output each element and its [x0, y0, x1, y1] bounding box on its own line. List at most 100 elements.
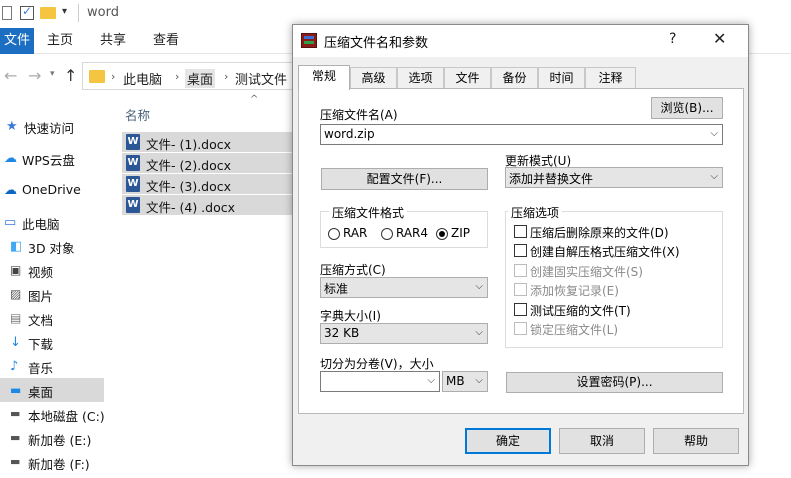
sort-ascending-icon: ^ [250, 94, 259, 105]
split-unit-select[interactable]: MB ⌵ [442, 371, 488, 392]
compression-method-label: 压缩方式(C) [320, 263, 386, 277]
file-row[interactable]: W 文件- (1).docx [122, 132, 294, 152]
recent-locations-dropdown-icon[interactable]: ▾ [50, 69, 55, 79]
chevron-down-icon[interactable]: ⌵ [475, 281, 483, 292]
desktop-icon: ▬ [10, 383, 22, 397]
sidebar-item[interactable]: ▬ 新加卷 (E:) [0, 426, 104, 450]
help-icon[interactable]: ? [669, 31, 676, 47]
tab-time[interactable]: 时间 [538, 67, 585, 89]
sidebar-item-label: OneDrive [22, 182, 81, 197]
format-rar-radio[interactable] [328, 228, 340, 240]
split-size-input[interactable]: ⌵ [320, 371, 440, 392]
create-solid-label: 创建固实压缩文件(S) [530, 265, 643, 279]
chevron-down-icon[interactable]: ⌵ [710, 128, 718, 139]
breadcrumb-this-pc[interactable]: 此电脑 [123, 69, 162, 88]
chevron-down-icon[interactable]: ⌵ [710, 171, 718, 182]
archive-format-title: 压缩文件格式 [329, 204, 408, 221]
sidebar-item-label: 新加卷 (F:) [28, 457, 90, 472]
delete-after-archiving-label[interactable]: 压缩后删除原来的文件(D) [530, 224, 669, 241]
sidebar-item[interactable]: ▬ 本地磁盘 (C:) [0, 402, 105, 426]
column-header-name[interactable]: 名称 [125, 105, 150, 124]
create-sfx-label[interactable]: 创建自解压格式压缩文件(X) [530, 243, 680, 260]
back-arrow-icon[interactable]: ← [4, 66, 17, 85]
forward-arrow-icon[interactable]: → [28, 66, 41, 85]
sidebar-item[interactable]: ▣ 视频 [0, 258, 104, 282]
sidebar-item-label: 下载 [28, 337, 54, 352]
sidebar-item[interactable]: ▬ 新加卷 (F:) [0, 450, 104, 474]
video-icon: ▣ [10, 263, 22, 277]
breadcrumb-test-files[interactable]: 测试文件 [235, 69, 287, 88]
drive-icon: ▬ [10, 455, 21, 468]
tab-files[interactable]: 文件 [444, 67, 491, 89]
ok-button[interactable]: 确定 [465, 428, 551, 454]
tab-comment[interactable]: 注释 [585, 67, 636, 89]
chevron-right-icon[interactable]: › [224, 70, 228, 83]
tab-options[interactable]: 选项 [397, 67, 444, 89]
sidebar-item[interactable]: ♪ 音乐 [0, 354, 104, 378]
update-mode-select[interactable]: 添加并替换文件 ⌵ [505, 167, 723, 188]
sidebar-item[interactable]: ▨ 图片 [0, 282, 104, 306]
window-title: word [87, 5, 119, 20]
file-name: 文件- (4) .docx [146, 200, 235, 215]
sidebar-item[interactable]: ▬ 桌面 [0, 378, 104, 402]
document-icon: ▤ [10, 311, 22, 325]
format-zip-radio[interactable] [436, 228, 448, 240]
dictionary-size-select[interactable]: 32 KB ⌵ [320, 323, 488, 344]
sidebar-item-label: 图片 [28, 289, 54, 304]
file-row[interactable]: W 文件- (2).docx [122, 153, 294, 173]
ribbon-tab-view[interactable]: 查看 [146, 28, 186, 54]
dictionary-size-value: 32 KB [324, 326, 360, 340]
format-rar-label[interactable]: RAR [343, 226, 367, 240]
quick-access-dropdown-icon[interactable]: ▾ [62, 6, 67, 17]
archive-name-value: word.zip [324, 127, 375, 141]
file-row[interactable]: W 文件- (3).docx [122, 174, 294, 194]
file-name: 文件- (1).docx [146, 137, 232, 152]
computer-icon: ▭ [4, 215, 17, 230]
ribbon-tab-home[interactable]: 主页 [40, 28, 80, 54]
set-password-button[interactable]: 设置密码(P)... [506, 372, 723, 393]
chevron-right-icon[interactable]: › [111, 70, 115, 83]
sidebar-item[interactable]: ↓ 下载 [0, 330, 104, 354]
tab-general[interactable]: 常规 [298, 65, 350, 90]
checkbox-icon[interactable] [20, 4, 34, 20]
profiles-button[interactable]: 配置文件(F)... [321, 168, 488, 190]
breadcrumb-desktop[interactable]: 桌面 [185, 69, 216, 88]
chevron-down-icon[interactable]: ⌵ [475, 327, 483, 338]
split-volumes-label: 切分为分卷(V)，大小 [320, 357, 434, 371]
compression-method-value: 标准 [324, 282, 349, 296]
ribbon-tab-file[interactable]: 文件 [0, 28, 34, 54]
new-folder-icon[interactable] [40, 7, 56, 19]
file-row[interactable]: W 文件- (4) .docx [122, 195, 294, 215]
archive-name-input[interactable]: word.zip ⌵ [320, 124, 723, 145]
update-mode-value: 添加并替换文件 [509, 172, 594, 186]
archive-name-and-parameters-dialog: 压缩文件名和参数 ? ✕ 常规 高级 选项 文件 备份 时间 注释 压缩文件名(… [292, 24, 749, 466]
chevron-right-icon[interactable]: › [175, 70, 179, 83]
chevron-down-icon[interactable]: ⌵ [427, 375, 435, 386]
format-zip-label[interactable]: ZIP [451, 226, 470, 240]
sidebar-item[interactable]: ◧ 3D 对象 [0, 234, 104, 258]
properties-icon[interactable] [2, 6, 12, 20]
cancel-button[interactable]: 取消 [559, 428, 645, 454]
format-rar4-label[interactable]: RAR4 [396, 226, 428, 240]
tab-backup[interactable]: 备份 [491, 67, 538, 89]
sidebar-item[interactable]: ★ 快速访问 [0, 114, 104, 138]
address-bar[interactable]: › 此电脑 › 桌面 › 测试文件 [82, 62, 297, 90]
format-rar4-radio[interactable] [381, 228, 393, 240]
up-arrow-icon[interactable]: ↑ [64, 66, 77, 85]
delete-after-archiving-checkbox[interactable] [514, 225, 527, 238]
chevron-down-icon[interactable]: ⌵ [475, 375, 483, 386]
sidebar-item[interactable]: ☁ OneDrive [0, 178, 104, 202]
cube-icon: ◧ [10, 239, 23, 254]
sidebar-item[interactable]: ▭ 此电脑 [0, 210, 104, 234]
close-icon[interactable]: ✕ [713, 29, 726, 48]
ribbon-tab-share[interactable]: 共享 [92, 28, 134, 54]
sidebar-item[interactable]: ☁ WPS云盘 [0, 146, 104, 170]
tab-advanced[interactable]: 高级 [350, 67, 397, 89]
compression-method-select[interactable]: 标准 ⌵ [320, 277, 488, 298]
test-archived-files-label[interactable]: 测试压缩的文件(T) [530, 302, 631, 319]
sidebar-item[interactable]: ▤ 文档 [0, 306, 104, 330]
create-sfx-checkbox[interactable] [514, 244, 527, 257]
test-archived-files-checkbox[interactable] [514, 303, 527, 316]
browse-button[interactable]: 浏览(B)... [651, 97, 723, 119]
help-button[interactable]: 帮助 [653, 428, 739, 454]
